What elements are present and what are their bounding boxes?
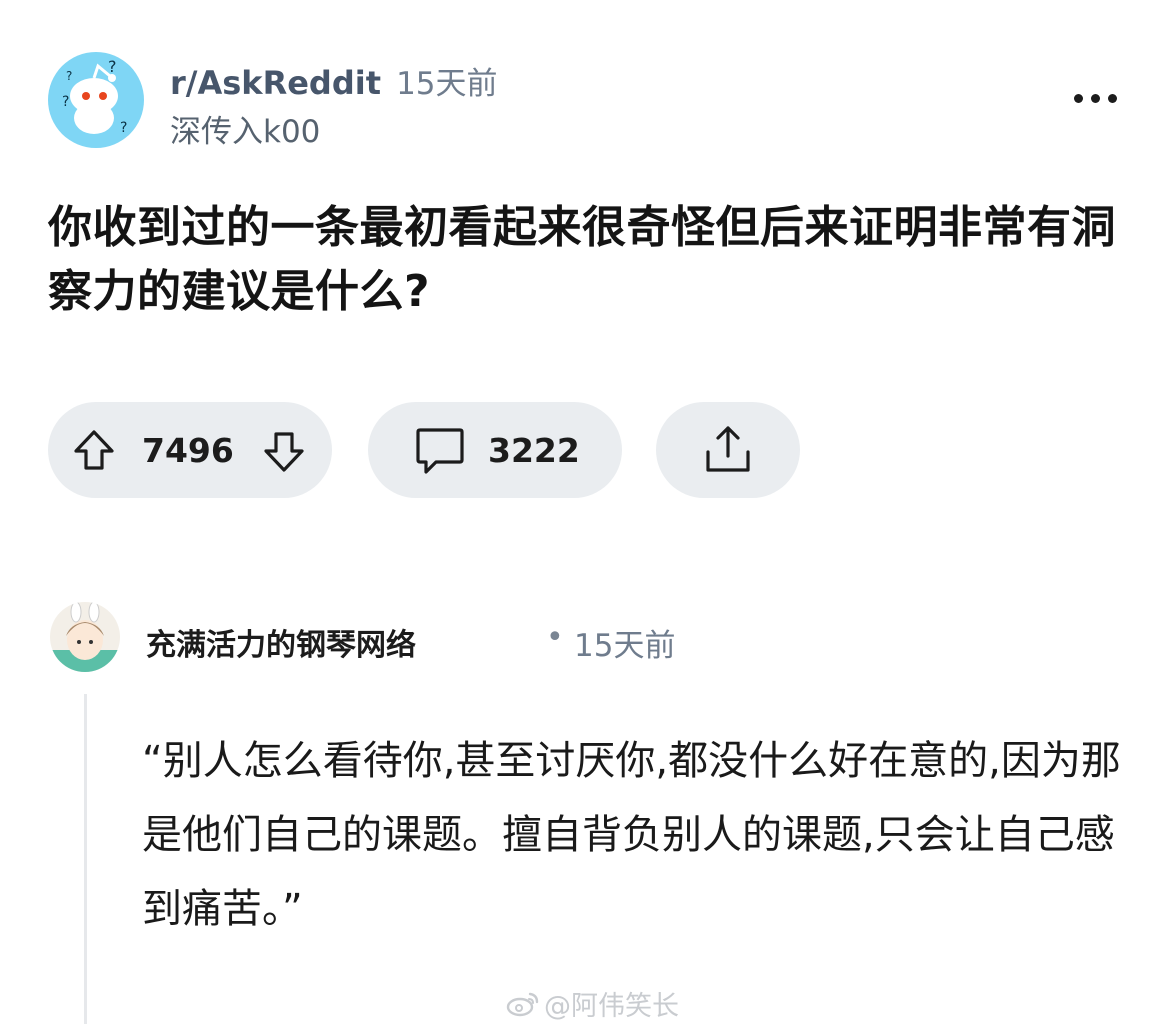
subreddit-avatar[interactable]: ? ? ? ? bbox=[48, 52, 144, 148]
more-options-button[interactable] bbox=[1074, 86, 1118, 110]
meta-separator: • bbox=[546, 620, 564, 655]
more-dots-icon bbox=[1074, 94, 1083, 103]
comment-count: 3222 bbox=[488, 430, 580, 470]
post-meta-line: r/AskReddit 15天前 bbox=[170, 58, 498, 103]
subreddit-name[interactable]: r/AskReddit bbox=[170, 64, 381, 102]
upvote-arrow-icon[interactable] bbox=[70, 426, 118, 474]
comments-button[interactable]: 3222 bbox=[368, 402, 622, 498]
share-icon bbox=[700, 422, 756, 478]
downvote-arrow-icon[interactable] bbox=[260, 426, 308, 474]
comment-time: 15天前 bbox=[574, 628, 676, 664]
comment-author[interactable]: 充满活力的钢琴网络 bbox=[146, 620, 416, 664]
weibo-icon bbox=[506, 992, 539, 1016]
post-header: ? ? ? ? r/AskReddit 15天前 深传入k00 bbox=[48, 52, 1128, 152]
svg-text:?: ? bbox=[120, 120, 127, 136]
post-author[interactable]: 深传入k00 bbox=[170, 106, 320, 151]
svg-text:?: ? bbox=[62, 94, 69, 110]
watermark: @阿伟笑长 bbox=[506, 984, 679, 1023]
comment-body: “别人怎么看待你,甚至讨厌你,都没什么好在意的,因为那是他们自己的课题。擅自背负… bbox=[142, 738, 1121, 932]
upvote-count: 7496 bbox=[142, 430, 234, 470]
comment-header: 充满活力的钢琴网络 • 15天前 bbox=[50, 602, 1130, 678]
post-title[interactable]: 你收到过的一条最初看起来很奇怪但后来证明非常有洞察力的建议是什么? bbox=[48, 196, 1128, 324]
bunny-avatar-icon bbox=[50, 602, 120, 672]
commenter-avatar[interactable] bbox=[50, 602, 120, 672]
post-time: 15天前 bbox=[396, 66, 498, 102]
svg-text:?: ? bbox=[108, 57, 117, 76]
share-button[interactable] bbox=[656, 402, 800, 498]
svg-text:?: ? bbox=[66, 69, 72, 83]
comment-bubble-icon bbox=[412, 422, 468, 478]
vote-pill: 7496 bbox=[48, 402, 332, 498]
watermark-text: @阿伟笑长 bbox=[544, 991, 679, 1022]
thread-line[interactable] bbox=[84, 694, 87, 1024]
snoo-icon: ? ? ? ? bbox=[62, 57, 127, 136]
